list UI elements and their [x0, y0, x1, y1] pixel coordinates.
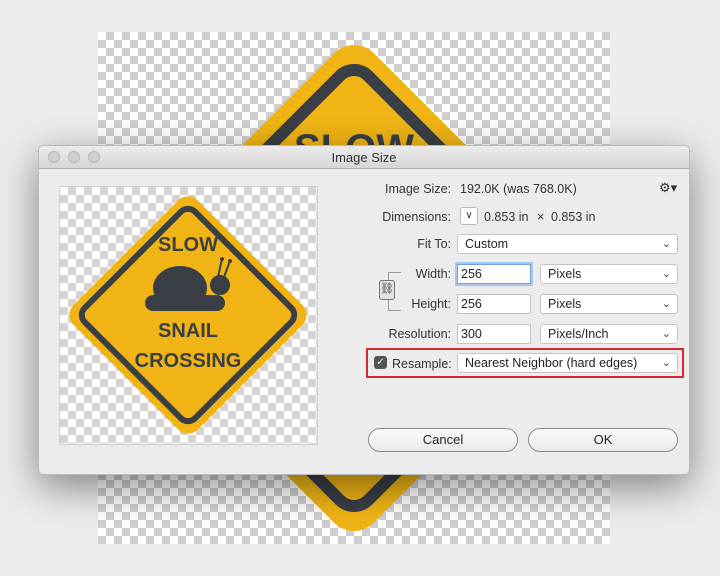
fit-to-select[interactable]: Custom ⌄ [457, 234, 678, 254]
resolution-unit-value: Pixels/Inch [548, 327, 609, 341]
dimensions-width: 0.853 in [484, 210, 529, 224]
resample-method-select[interactable]: Nearest Neighbor (hard edges) ⌄ [457, 353, 678, 373]
chain-link-icon[interactable]: ⛓ [379, 280, 395, 300]
resolution-label: Resolution: [388, 327, 451, 341]
chevron-down-icon: ⌄ [661, 268, 671, 280]
preview-sign: SLOW SNAIL CROSSING [69, 196, 307, 434]
ok-button[interactable]: OK [528, 428, 678, 452]
gear-icon[interactable]: ⚙▾ [659, 180, 677, 196]
width-unit-select[interactable]: Pixels ⌄ [540, 264, 678, 284]
image-size-label: Image Size: [384, 182, 451, 196]
resample-checkbox[interactable]: ✓ [374, 356, 387, 369]
window-title: Image Size [331, 150, 397, 165]
image-preview[interactable]: SLOW SNAIL CROSSING [59, 186, 318, 445]
image-size-value: 192.0K (was 768.0K) [460, 182, 577, 196]
dimensions-height: 0.853 in [551, 210, 596, 224]
chevron-down-icon: ⌄ [661, 298, 671, 310]
height-label: Height: [411, 297, 451, 311]
cancel-button[interactable]: Cancel [368, 428, 518, 452]
width-input[interactable]: 256 [457, 264, 531, 284]
titlebar: Image Size [39, 146, 689, 169]
preview-sign-line1: SLOW [158, 234, 218, 256]
preview-sign-line3: CROSSING [135, 350, 242, 372]
height-unit-select[interactable]: Pixels ⌄ [540, 294, 678, 314]
height-unit-value: Pixels [548, 297, 582, 311]
resolution-input[interactable]: 300 [457, 324, 531, 344]
dimensions-label: Dimensions: [382, 210, 451, 224]
preview-sign-line2: SNAIL [158, 320, 218, 342]
dimensions-unit-chevron-icon[interactable]: ∨ [460, 207, 478, 225]
width-label: Width: [415, 267, 451, 281]
resample-method-value: Nearest Neighbor (hard edges) [465, 356, 638, 370]
image-size-dialog: Image Size SLOW SNAIL CROSSING ⚙▾ Image … [38, 145, 690, 475]
resample-label: Resample: [392, 357, 452, 371]
fit-to-label: Fit To: [417, 237, 451, 251]
chevron-down-icon: ⌄ [661, 357, 671, 369]
height-input[interactable]: 256 [457, 294, 531, 314]
fit-to-value: Custom [465, 237, 509, 251]
dimensions-times: × [537, 210, 545, 224]
chevron-down-icon: ⌄ [661, 328, 671, 340]
chevron-down-icon: ⌄ [661, 238, 671, 250]
width-unit-value: Pixels [548, 267, 582, 281]
resolution-unit-select[interactable]: Pixels/Inch ⌄ [540, 324, 678, 344]
